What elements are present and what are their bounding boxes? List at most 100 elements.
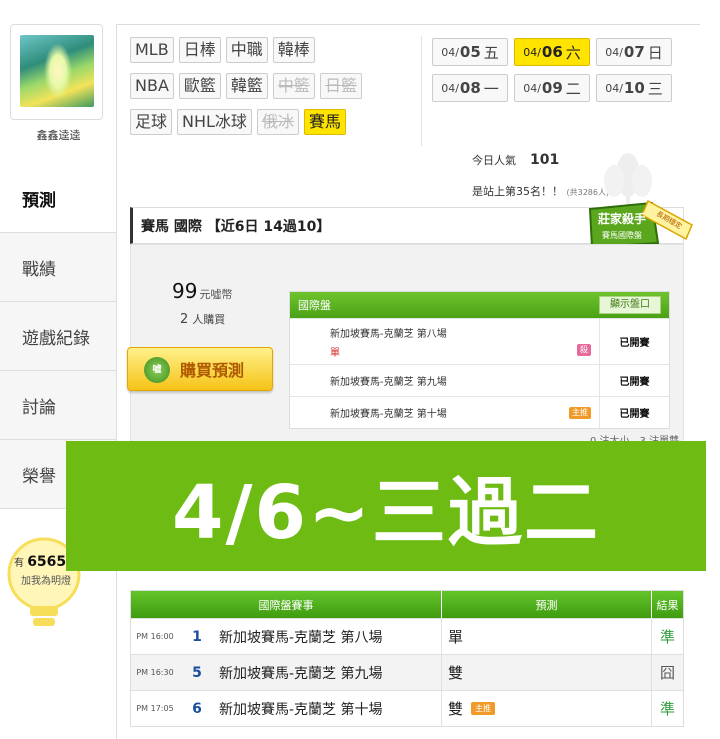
date-weekday: 二 xyxy=(565,79,581,98)
buy-prediction-button[interactable]: 噓 購買預測 xyxy=(127,347,273,391)
horse-number: 1 xyxy=(192,628,202,645)
date-day: 05 xyxy=(459,43,481,61)
intl-header: 國際盤 顯示盤口 xyxy=(290,292,669,318)
sidebar-item-predictions[interactable]: 預測 xyxy=(0,164,117,233)
buyers-value: 2 xyxy=(180,312,189,327)
match-status: 已開賽 xyxy=(619,409,650,420)
avatar[interactable] xyxy=(20,35,94,107)
sport-btn-nba[interactable]: NBA xyxy=(130,73,174,99)
date-day: 08 xyxy=(459,79,481,97)
match-name: 新加坡賽馬-克蘭芝 第九場 xyxy=(215,655,442,690)
price: 99 元噓幣 xyxy=(172,279,232,303)
sport-btn-cpbl[interactable]: 中職 xyxy=(225,37,268,63)
match-cell: 新加坡賽馬-克蘭芝 第九場 xyxy=(290,365,600,396)
sidebar-item-label: 討論 xyxy=(22,397,56,418)
date-weekday: 六 xyxy=(565,43,581,62)
table-row: 新加坡賽馬-克蘭芝 第九場 已開賽 xyxy=(290,364,669,396)
kill-tag: 殺 xyxy=(577,344,591,356)
badge-subtitle: 賽馬國際盤 xyxy=(602,230,642,240)
horse-number: 5 xyxy=(192,664,202,681)
sidebar-item-label: 戰績 xyxy=(22,259,56,280)
buyers-count: 2 人購買 xyxy=(180,311,225,327)
date-month: 04/ xyxy=(523,45,541,59)
header-result: 結果 xyxy=(656,598,679,612)
pick-value: 雙 xyxy=(448,664,464,682)
date-weekday: 三 xyxy=(647,79,663,98)
username[interactable]: 鑫鑫逵逵 xyxy=(0,127,117,143)
header-pick: 預測 xyxy=(442,591,652,618)
sport-row: MLB 日棒 中職 韓棒 xyxy=(130,37,380,63)
badge-title: 莊家殺手 xyxy=(597,211,646,226)
date-day: 09 xyxy=(541,79,563,97)
sidebar-item-game-log[interactable]: 遊戲紀錄 xyxy=(0,302,117,371)
date-btn[interactable]: 04/09 二 xyxy=(514,74,590,102)
date-btn-active[interactable]: 04/06 六 xyxy=(514,38,590,66)
date-day: 06 xyxy=(541,43,563,61)
sport-btn-mlb[interactable]: MLB xyxy=(130,37,174,63)
table-row: PM 16:00 1 新加坡賽馬-克蘭芝 第八場 單 準 xyxy=(131,618,683,654)
sport-btn-khl: 俄冰 xyxy=(256,109,299,135)
sport-row: 足球 NHL冰球 俄冰 賽馬 xyxy=(130,109,380,135)
price-value: 99 xyxy=(172,279,198,303)
date-weekday: 日 xyxy=(647,43,663,62)
date-weekday: 一 xyxy=(483,79,499,98)
table-row: PM 16:30 5 新加坡賽馬-克蘭芝 第九場 雙 囧 xyxy=(131,654,683,690)
pick-value: 雙 xyxy=(448,700,464,718)
result-cell: 囧 xyxy=(659,664,675,682)
sport-btn-horse-racing[interactable]: 賽馬 xyxy=(303,109,346,135)
match-cell: 新加坡賽馬-克蘭芝 第十場 主推 xyxy=(290,397,600,428)
sidebar: 鑫鑫逵逵 預測 戰績 遊戲紀錄 討論 榮譽 有 6565 加我為明燈 xyxy=(0,0,117,739)
avatar-frame[interactable] xyxy=(10,24,103,120)
intl-header-label: 國際盤 xyxy=(298,299,331,312)
sidebar-item-record[interactable]: 戰績 xyxy=(0,233,117,302)
sport-filter: MLB 日棒 中職 韓棒 NBA 歐籃 韓籃 中籃 日籃 足球 NHL冰球 俄冰… xyxy=(130,37,380,145)
sport-btn-kbo[interactable]: 韓棒 xyxy=(272,37,315,63)
result-banner-text: 4/6~三過二 xyxy=(171,469,600,556)
divider xyxy=(421,36,422,146)
rank-text: 是站上第35名！！ xyxy=(472,185,563,198)
date-month: 04/ xyxy=(605,81,623,95)
pick-cell: 雙 xyxy=(442,655,652,690)
pick-value: 單 xyxy=(448,628,464,646)
sport-btn-kr-basketball[interactable]: 韓籃 xyxy=(225,73,268,99)
match-status: 已開賽 xyxy=(619,338,650,349)
results-table: 國際盤賽事 預測 結果 PM 16:00 1 新加坡賽馬-克蘭芝 第八場 單 準… xyxy=(130,590,684,727)
date-btn[interactable]: 04/05 五 xyxy=(432,38,508,66)
date-month: 04/ xyxy=(523,81,541,95)
international-picks-table: 國際盤 顯示盤口 新加坡賽馬-克蘭芝 第八場 單 殺 已開賽 新加坡賽馬-克蘭芝… xyxy=(289,291,670,429)
today-label: 今日人氣 xyxy=(472,154,516,167)
featured-tag: 主推 xyxy=(569,407,591,419)
date-month: 04/ xyxy=(605,45,623,59)
sport-btn-nhl[interactable]: NHL冰球 xyxy=(177,109,252,135)
table-row: 新加坡賽馬-克蘭芝 第八場 單 殺 已開賽 xyxy=(290,318,669,364)
match-time: PM 16:00 xyxy=(136,632,174,641)
match-name: 新加坡賽馬-克蘭芝 第十場 xyxy=(330,409,447,420)
result-banner: 4/6~三過二 xyxy=(66,441,706,571)
date-btn[interactable]: 04/08 一 xyxy=(432,74,508,102)
date-btn[interactable]: 04/07 日 xyxy=(596,38,672,66)
horse-number: 6 xyxy=(192,700,202,717)
match-name: 新加坡賽馬-克蘭芝 第十場 xyxy=(215,691,442,726)
header-match: 國際盤賽事 xyxy=(131,591,442,618)
match-time: PM 17:05 xyxy=(136,704,174,713)
sport-btn-soccer[interactable]: 足球 xyxy=(130,109,173,135)
match-cell: 新加坡賽馬-克蘭芝 第八場 單 殺 xyxy=(290,319,600,364)
sport-btn-euro-basketball[interactable]: 歐籃 xyxy=(178,73,221,99)
date-month: 04/ xyxy=(441,45,459,59)
date-btn[interactable]: 04/10 三 xyxy=(596,74,672,102)
bulb-label: 加我為明燈 xyxy=(21,576,71,587)
bulb-count-value: 6565 xyxy=(27,554,67,570)
match-name: 新加坡賽馬-克蘭芝 第九場 xyxy=(330,377,447,388)
pick-label: 單 xyxy=(330,347,340,359)
pick-cell: 雙主推 xyxy=(442,691,652,726)
results-header: 國際盤賽事 預測 結果 xyxy=(131,591,683,618)
sport-row: NBA 歐籃 韓籃 中籃 日籃 xyxy=(130,73,380,99)
today-value: 101 xyxy=(530,152,560,168)
today-popularity: 今日人氣 101 xyxy=(472,152,559,168)
date-row: 04/08 一 04/09 二 04/10 三 xyxy=(432,74,672,102)
featured-tag: 主推 xyxy=(471,702,496,715)
buyers-unit: 人購買 xyxy=(192,313,226,326)
sidebar-item-discussion[interactable]: 討論 xyxy=(0,371,117,440)
show-odds-button[interactable]: 顯示盤口 xyxy=(599,296,661,314)
sport-btn-npb[interactable]: 日棒 xyxy=(178,37,221,63)
